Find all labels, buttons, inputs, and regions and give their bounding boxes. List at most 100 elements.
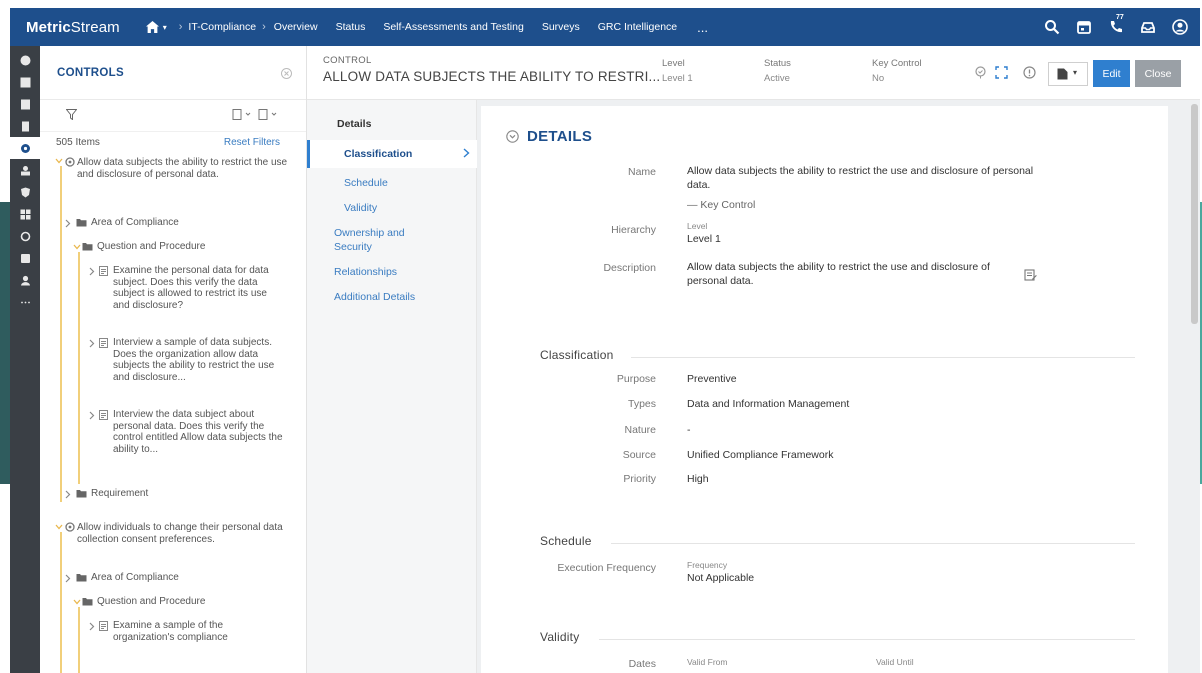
chevron-down-icon: ▾ xyxy=(162,22,167,32)
book-icon xyxy=(20,99,30,109)
rail-item-cycle[interactable] xyxy=(10,225,40,247)
tree-guide-line xyxy=(60,166,62,502)
follow-icon[interactable] xyxy=(974,66,987,79)
rail-item-more[interactable] xyxy=(10,291,40,313)
phone-notifications[interactable]: 77 xyxy=(1108,14,1124,35)
close-button[interactable]: Close xyxy=(1135,60,1181,87)
tree-node-control[interactable]: Allow data subjects the ability to restr… xyxy=(77,157,292,180)
app-window: MetricStream ▾ › IT-Compliance › Overvie… xyxy=(10,8,1200,673)
refresh-icon xyxy=(20,231,30,241)
chevron-down-icon[interactable] xyxy=(73,244,81,250)
scrollbar[interactable] xyxy=(1191,104,1198,324)
section-nav-additional-details[interactable]: Additional Details xyxy=(334,290,415,304)
controls-panel-title: CONTROLS xyxy=(57,66,124,79)
nav-grc-intelligence[interactable]: GRC Intelligence xyxy=(598,21,677,33)
section-divider xyxy=(631,357,1135,358)
field-label-hierarchy: Hierarchy xyxy=(611,224,656,236)
tree-node-procedure[interactable]: Examine a sample of the organization's c… xyxy=(113,620,283,643)
gauge-icon xyxy=(20,55,30,65)
rail-item-library[interactable] xyxy=(10,93,40,115)
export-icon[interactable] xyxy=(232,109,252,120)
report-icon[interactable] xyxy=(258,109,278,120)
chevron-right-icon[interactable] xyxy=(65,219,71,228)
tree-node-area-of-compliance[interactable]: Area of Compliance xyxy=(91,217,281,229)
rail-item-users[interactable] xyxy=(10,159,40,181)
tree-node-procedure[interactable]: Examine the personal data for data subje… xyxy=(113,265,283,311)
tree-node-question-and-procedure[interactable]: Question and Procedure xyxy=(97,241,287,253)
chart-icon xyxy=(20,77,30,87)
tree-guide-line xyxy=(60,532,62,673)
chevron-right-icon[interactable] xyxy=(65,490,71,499)
chevron-right-icon[interactable] xyxy=(89,622,95,631)
rail-item-people[interactable] xyxy=(10,269,40,291)
section-nav-ownership[interactable]: Ownership and Security xyxy=(334,226,434,254)
nav-surveys[interactable]: Surveys xyxy=(542,21,580,33)
search-icon[interactable] xyxy=(1044,19,1060,35)
section-nav-active-item[interactable]: Classification xyxy=(307,140,477,168)
expand-icon[interactable] xyxy=(995,66,1008,79)
inbox-icon[interactable] xyxy=(1140,19,1156,35)
reset-filters-link[interactable]: Reset Filters xyxy=(224,137,280,148)
rail-item-dashboard[interactable] xyxy=(10,49,40,71)
left-rail xyxy=(10,46,40,673)
section-nav-validity[interactable]: Validity xyxy=(344,201,377,215)
edit-note-icon[interactable] xyxy=(1024,269,1037,282)
filter-icon[interactable] xyxy=(66,109,77,120)
collapse-circle-icon[interactable] xyxy=(506,130,519,143)
breadcrumb-it-compliance[interactable]: IT-Compliance xyxy=(188,21,256,33)
nav-self-assessments[interactable]: Self-Assessments and Testing xyxy=(383,21,523,33)
nav-overview[interactable]: Overview xyxy=(274,21,318,33)
details-card: DETAILS Name Allow data subjects the abi… xyxy=(481,106,1168,673)
field-sublabel-valid-until: Valid Until xyxy=(876,657,914,667)
tree-node-procedure[interactable]: Interview the data subject about persona… xyxy=(113,409,283,455)
chevron-down-icon[interactable] xyxy=(55,524,63,530)
key-control-indicator: — Key Control xyxy=(687,199,756,211)
document-menu[interactable]: ▾ xyxy=(1048,62,1088,86)
tree-node-control[interactable]: Allow individuals to change their person… xyxy=(77,522,292,545)
rail-item-risks[interactable] xyxy=(10,181,40,203)
section-nav-classification[interactable]: Classification xyxy=(344,147,412,161)
tree-guide-line xyxy=(78,607,80,673)
home-icon xyxy=(145,21,159,33)
tree-node-requirement[interactable]: Requirement xyxy=(91,488,281,500)
home-menu[interactable]: ▾ xyxy=(145,21,167,33)
folder-icon xyxy=(76,574,87,582)
rail-item-controls[interactable] xyxy=(10,137,40,159)
chevron-down-icon[interactable] xyxy=(73,599,81,605)
app-logo[interactable]: MetricStream xyxy=(26,19,120,36)
rail-item-grid[interactable] xyxy=(10,203,40,225)
top-bar: MetricStream ▾ › IT-Compliance › Overvie… xyxy=(10,8,1200,46)
tree-node-question-and-procedure[interactable]: Question and Procedure xyxy=(97,596,287,608)
chevron-right-icon[interactable] xyxy=(89,267,95,276)
user-avatar-icon[interactable] xyxy=(1172,19,1188,35)
nav-more-icon[interactable]: ... xyxy=(697,20,708,35)
calendar-icon[interactable] xyxy=(1076,19,1092,35)
field-sublabel-valid-from: Valid From xyxy=(687,657,728,667)
tree-toolbar xyxy=(40,100,306,132)
document-icon xyxy=(99,410,108,420)
chevron-right-icon[interactable] xyxy=(89,339,95,348)
gear-icon xyxy=(20,143,30,153)
top-icons: 77 xyxy=(1044,8,1188,46)
rail-item-reports[interactable] xyxy=(10,71,40,93)
section-nav-relationships[interactable]: Relationships xyxy=(334,265,397,279)
record-header: CONTROL ALLOW DATA SUBJECTS THE ABILITY … xyxy=(307,46,1200,100)
tree-node-area-of-compliance[interactable]: Area of Compliance xyxy=(91,572,281,584)
chevron-down-icon[interactable] xyxy=(55,158,63,164)
help-icon[interactable] xyxy=(1023,66,1036,79)
phone-icon xyxy=(1110,21,1122,33)
chevron-right-icon[interactable] xyxy=(89,411,95,420)
field-value-purpose: Preventive xyxy=(687,373,737,385)
section-nav-schedule[interactable]: Schedule xyxy=(344,176,388,190)
rail-item-archive[interactable] xyxy=(10,247,40,269)
section-nav-details[interactable]: Details xyxy=(337,117,371,131)
chevron-right-icon[interactable] xyxy=(65,574,71,583)
rail-item-documents[interactable] xyxy=(10,115,40,137)
tree-node-procedure[interactable]: Interview a sample of data subjects. Doe… xyxy=(113,337,283,383)
header-status: Status Active xyxy=(764,58,791,84)
grid-icon xyxy=(20,209,30,219)
nav-status[interactable]: Status xyxy=(336,21,366,33)
edit-button[interactable]: Edit xyxy=(1093,60,1130,87)
close-panel-icon[interactable] xyxy=(281,68,292,79)
details-section-title[interactable]: DETAILS xyxy=(506,128,592,145)
